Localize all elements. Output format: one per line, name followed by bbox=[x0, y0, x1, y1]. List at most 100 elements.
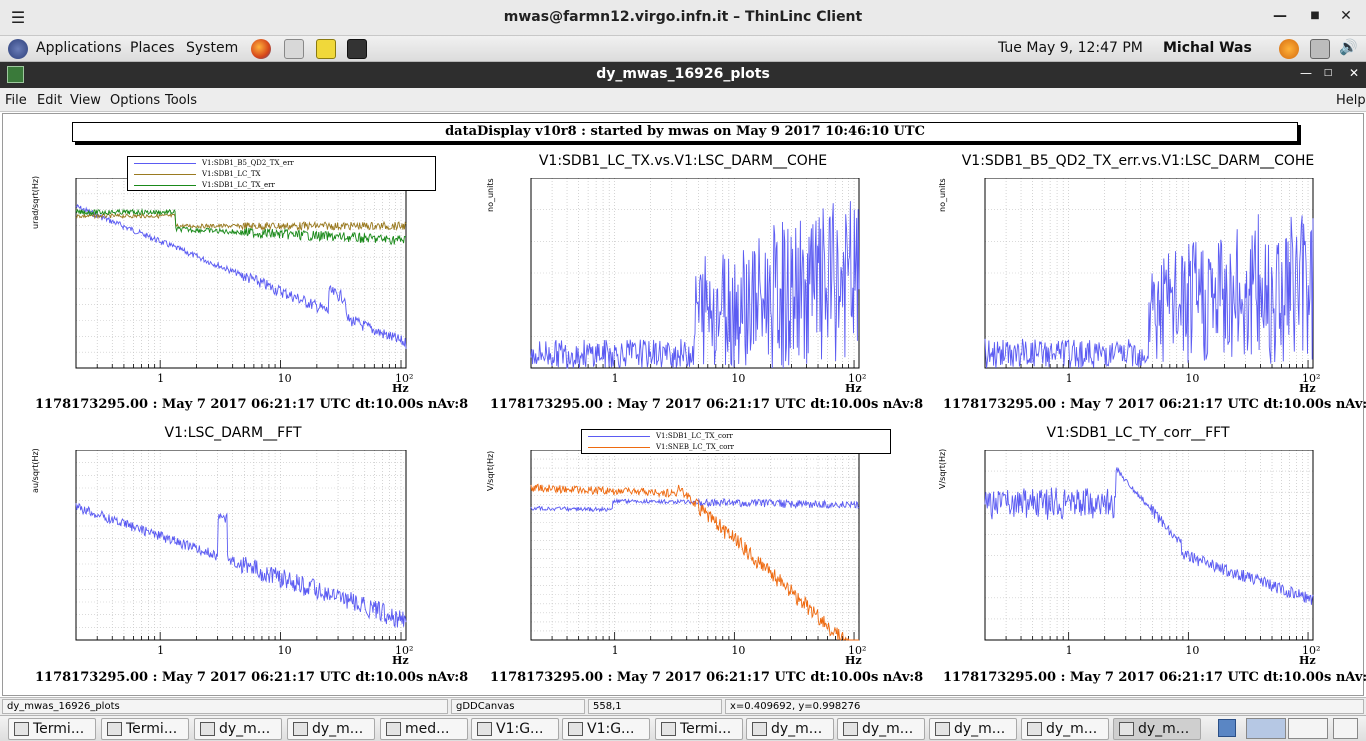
menu-applications[interactable]: Applications bbox=[36, 40, 122, 56]
window-icon bbox=[293, 722, 308, 736]
plot-svg: 11010²Hz10⁻¹10⁻²10⁻³10⁻⁴10⁻⁵10⁻⁶10⁻⁷ bbox=[523, 450, 866, 667]
y-tick-label: 10⁻⁶ bbox=[68, 286, 69, 299]
plot-canvas[interactable]: dataDisplay v10r8 : started by mwas on M… bbox=[2, 113, 1366, 696]
menu-system[interactable]: System bbox=[186, 40, 238, 56]
y-axis-label: urad/sqrt(Hz) bbox=[31, 175, 40, 229]
volume-icon[interactable]: 🔊 bbox=[1339, 38, 1359, 58]
x-tick-label: 1 bbox=[612, 644, 619, 657]
window-icon bbox=[843, 722, 858, 736]
legend-box: V1:SDB1_B5_QD2_TX_err V1:SDB1_LC_TX V1:S… bbox=[127, 156, 436, 191]
y-tick-label: 1 bbox=[523, 182, 524, 195]
taskbar-item[interactable]: med... bbox=[380, 718, 468, 740]
x-tick-label: 10 bbox=[731, 372, 745, 385]
y-tick-label: 10⁻⁷ bbox=[68, 573, 69, 586]
gnome-foot-icon[interactable] bbox=[8, 39, 28, 59]
window-icon bbox=[935, 722, 950, 736]
taskbar-item[interactable]: dy_m... bbox=[287, 718, 375, 740]
legend-entry: V1:SNEB_LC_TX_corr bbox=[656, 443, 735, 451]
x-unit-label: Hz bbox=[845, 382, 862, 395]
plot-title: V1:SDB1_LC_TX.vs.V1:LSC_DARM__COHE bbox=[538, 153, 828, 169]
minimize-button[interactable]: — bbox=[1270, 8, 1290, 24]
taskbar-item[interactable]: Termi... bbox=[8, 718, 96, 740]
y-tick-label: 1 bbox=[977, 182, 978, 195]
plot-frame bbox=[530, 450, 860, 641]
menu-edit[interactable]: Edit bbox=[37, 93, 62, 108]
x-unit-label: Hz bbox=[845, 654, 862, 667]
taskbar-item-label: V1:G... bbox=[587, 721, 635, 737]
taskbar-item[interactable]: Termi... bbox=[655, 718, 743, 740]
x-unit-label: Hz bbox=[392, 654, 409, 667]
workspace-icon[interactable] bbox=[1218, 719, 1236, 737]
taskbar-item[interactable]: V1:G... bbox=[562, 718, 650, 740]
workspace-1[interactable] bbox=[1246, 718, 1286, 739]
workspace-3[interactable] bbox=[1333, 718, 1358, 739]
plot-svg: 11010²Hz10.5 bbox=[977, 178, 1320, 395]
workspace-2[interactable] bbox=[1288, 718, 1328, 739]
menu-file[interactable]: File bbox=[5, 93, 27, 108]
taskbar-item-label: dy_m... bbox=[862, 721, 914, 737]
y-tick-label: 10⁻⁸ bbox=[68, 334, 69, 347]
x-tick-label: 10 bbox=[1185, 372, 1199, 385]
taskbar-item[interactable]: dy_m... bbox=[194, 718, 282, 740]
x-tick-label: 1 bbox=[157, 372, 164, 385]
menu-tools[interactable]: Tools bbox=[165, 93, 197, 108]
y-axis-label: no_units bbox=[486, 178, 495, 212]
status-object: dy_mwas_16926_plots bbox=[2, 699, 448, 714]
app-minimize-button[interactable]: — bbox=[1297, 66, 1315, 80]
y-tick-label: 10⁻⁸ bbox=[68, 611, 69, 624]
taskbar-item-label: Termi... bbox=[33, 721, 85, 737]
plot-title: V1:SDB1_LC_TY_corr__FFT bbox=[1046, 425, 1230, 441]
app-title: dy_mwas_16926_plots bbox=[596, 66, 770, 82]
plot-title: V1:SDB1_B5_QD2_TX_err.vs.V1:LSC_DARM__CO… bbox=[961, 153, 1315, 169]
menu-view[interactable]: View bbox=[70, 93, 101, 108]
y-tick-label: 10⁻⁴ bbox=[68, 459, 69, 472]
taskbar-item[interactable]: V1:G... bbox=[471, 718, 559, 740]
x-tick-label: 10 bbox=[731, 644, 745, 657]
taskbar-item-label: dy_m... bbox=[771, 721, 823, 737]
window-title: mwas@farmn12.virgo.infn.it – ThinLinc Cl… bbox=[503, 9, 863, 25]
taskbar: Termi... Termi... dy_m... dy_m... med... V1:G… bbox=[0, 715, 1366, 741]
taskbar-item-label: dy_m... bbox=[954, 721, 1006, 737]
plot-footer: 1178173295.00 : May 7 2017 06:21:17 UTC … bbox=[35, 397, 469, 412]
mail-icon[interactable] bbox=[284, 39, 304, 59]
panel-user[interactable]: Michal Was bbox=[1163, 40, 1252, 56]
menu-options[interactable]: Options bbox=[110, 93, 160, 108]
taskbar-item[interactable]: Termi... bbox=[101, 718, 189, 740]
app-maximize-button[interactable]: □ bbox=[1319, 68, 1337, 78]
plot-footer: 1178173295.00 : May 7 2017 06:21:17 UTC … bbox=[490, 670, 924, 685]
plot-svg: 11010²Hz10⁻²10⁻³10⁻⁴ bbox=[977, 450, 1320, 667]
taskbar-item-label: dy_m... bbox=[1046, 721, 1098, 737]
legend-entry: V1:SDB1_LC_TX_err bbox=[202, 181, 275, 189]
y-tick-label: 10⁻⁶ bbox=[68, 535, 69, 548]
y-tick-label: 10⁻⁴ bbox=[68, 239, 69, 252]
update-icon[interactable] bbox=[1279, 39, 1299, 59]
menu-places[interactable]: Places bbox=[130, 40, 175, 56]
close-button[interactable]: ✕ bbox=[1336, 8, 1356, 24]
taskbar-item-label: med... bbox=[405, 721, 450, 737]
window-icon bbox=[14, 722, 29, 736]
y-axis-label: V/sqrt(Hz) bbox=[938, 448, 947, 489]
app-menubar: File Edit View Options Tools Help bbox=[0, 88, 1366, 112]
y-tick-label: 10⁻⁴ bbox=[977, 596, 978, 609]
firefox-icon[interactable] bbox=[251, 39, 271, 59]
window-icon bbox=[661, 722, 676, 736]
notes-icon[interactable] bbox=[316, 39, 336, 59]
data-trace bbox=[75, 212, 407, 232]
plot-frame bbox=[75, 450, 407, 641]
taskbar-item[interactable]: dy_m... bbox=[746, 718, 834, 740]
menu-help[interactable]: Help bbox=[1336, 93, 1366, 108]
terminal-icon[interactable] bbox=[347, 39, 367, 59]
top-panel: Applications Places System Tue May 9, 12… bbox=[0, 36, 1366, 62]
plot-footer: 1178173295.00 : May 7 2017 06:21:17 UTC … bbox=[943, 670, 1366, 685]
taskbar-item[interactable]: dy_m... bbox=[1021, 718, 1109, 740]
maximize-button[interactable]: ■ bbox=[1305, 10, 1325, 21]
network-icon[interactable] bbox=[1310, 39, 1330, 59]
taskbar-item[interactable]: dy_m... bbox=[837, 718, 925, 740]
taskbar-item[interactable]: dy_m... bbox=[929, 718, 1017, 740]
window-icon bbox=[1027, 722, 1042, 736]
panel-clock[interactable]: Tue May 9, 12:47 PM bbox=[998, 40, 1143, 56]
x-unit-label: Hz bbox=[1299, 654, 1316, 667]
window-icon bbox=[1119, 722, 1134, 736]
taskbar-item[interactable]: dy_m... bbox=[1113, 718, 1201, 740]
app-close-button[interactable]: ✕ bbox=[1345, 66, 1363, 80]
